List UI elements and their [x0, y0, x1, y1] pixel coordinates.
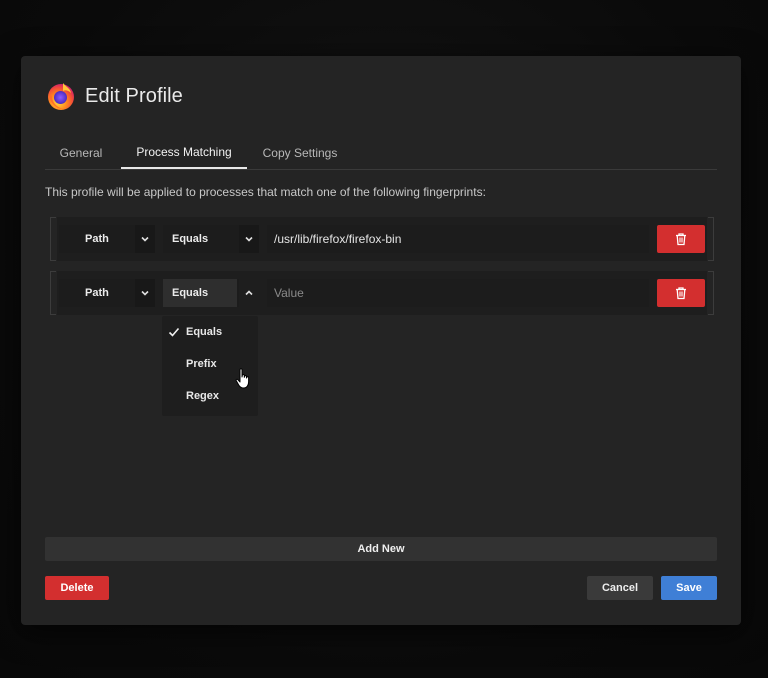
- process-matching-description: This profile will be applied to processe…: [45, 185, 486, 199]
- dropdown-option-label: Regex: [186, 390, 220, 402]
- cancel-button[interactable]: Cancel: [587, 576, 653, 600]
- dropdown-option-equals[interactable]: Equals: [162, 316, 258, 348]
- fingerprint-row: Path Equals: [50, 217, 714, 261]
- fingerprint-row: Path Equals: [50, 271, 714, 315]
- delete-fingerprint-button[interactable]: [657, 225, 705, 253]
- check-icon: [168, 327, 180, 337]
- delete-profile-button[interactable]: Delete: [45, 576, 109, 600]
- fingerprint-value-input[interactable]: [267, 279, 649, 307]
- operator-select[interactable]: Equals: [163, 225, 259, 253]
- save-button[interactable]: Save: [661, 576, 717, 600]
- operator-select-value: Equals: [172, 233, 209, 245]
- trash-icon: [676, 233, 686, 246]
- field-select-value: Path: [85, 287, 109, 299]
- firefox-logo-icon: [48, 83, 74, 110]
- operator-select[interactable]: Equals: [163, 279, 259, 307]
- fingerprint-value-input[interactable]: [267, 225, 649, 253]
- chevron-down-icon: [135, 279, 155, 307]
- dropdown-option-label: Equals: [186, 326, 223, 338]
- dialog-header: Edit Profile: [46, 80, 183, 112]
- tab-copy-settings[interactable]: Copy Settings: [251, 136, 349, 169]
- chevron-down-icon: [135, 225, 155, 253]
- tab-process-matching[interactable]: Process Matching: [121, 136, 247, 169]
- dialog-title: Edit Profile: [85, 84, 183, 107]
- edit-profile-dialog: Edit Profile General Process Matching Co…: [21, 56, 741, 625]
- field-select[interactable]: Path: [59, 279, 155, 307]
- chevron-up-icon: [239, 279, 259, 307]
- add-new-button[interactable]: Add New: [45, 537, 717, 561]
- operator-select-value: Equals: [172, 287, 209, 299]
- field-select-value: Path: [85, 233, 109, 245]
- field-select[interactable]: Path: [59, 225, 155, 253]
- dropdown-option-label: Prefix: [186, 358, 217, 370]
- operator-dropdown-menu: Equals Prefix Regex: [162, 316, 258, 416]
- delete-fingerprint-button[interactable]: [657, 279, 705, 307]
- tab-bar: General Process Matching Copy Settings: [45, 136, 717, 170]
- chevron-down-icon: [239, 225, 259, 253]
- hand-pointer-cursor-icon: [235, 368, 250, 389]
- tab-general[interactable]: General: [45, 136, 117, 169]
- trash-icon: [676, 287, 686, 300]
